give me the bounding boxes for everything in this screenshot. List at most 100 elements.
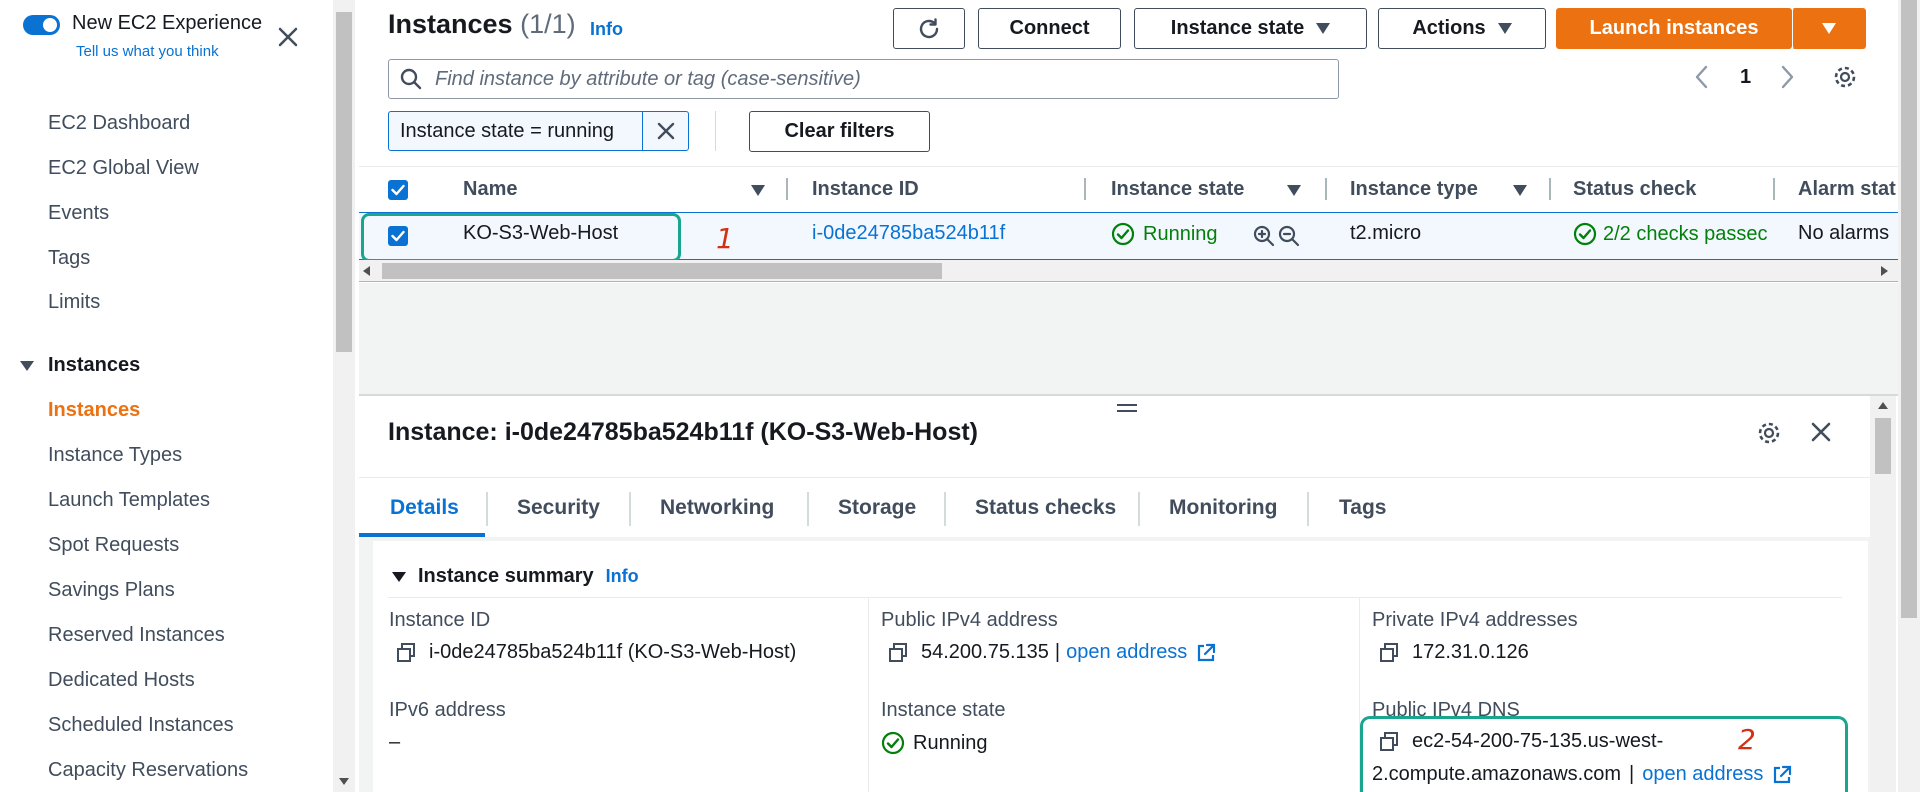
column-divider <box>868 598 869 792</box>
instance-summary-toggle[interactable]: Instance summary Info <box>392 565 639 588</box>
instance-id-text: i-0de24785ba524b11f (KO-S3-Web-Host) <box>429 641 797 663</box>
nav-ec2-global-view[interactable]: EC2 Global View <box>48 157 199 180</box>
page-scrollbar[interactable] <box>1898 0 1920 792</box>
column-divider[interactable] <box>1549 178 1551 200</box>
nav-reserved-instances[interactable]: Reserved Instances <box>48 624 225 647</box>
column-divider[interactable] <box>786 178 788 200</box>
nav-section-instances[interactable]: Instances <box>20 354 140 377</box>
search-placeholder: Find instance by attribute or tag (case-… <box>435 67 861 90</box>
launch-options-dropdown[interactable] <box>1792 8 1866 49</box>
summary-info-link[interactable]: Info <box>606 566 639 587</box>
launch-instances-button[interactable]: Launch instances <box>1556 8 1792 49</box>
select-all-checkbox[interactable] <box>388 180 408 200</box>
caret-down-icon <box>20 360 34 371</box>
private-ipv4-value: 172.31.0.126 <box>1378 641 1529 664</box>
page-title-text: Instances <box>388 9 513 39</box>
zoom-in-icon[interactable] <box>1253 225 1275 247</box>
filter-token-label: Instance state = running <box>400 119 615 142</box>
tab-divider <box>629 492 631 526</box>
nav-launch-templates[interactable]: Launch Templates <box>48 489 210 512</box>
detail-scrollbar[interactable] <box>1870 396 1896 792</box>
instance-state-label: Instance state <box>1170 17 1305 39</box>
connect-button[interactable]: Connect <box>978 8 1121 49</box>
header-info-link[interactable]: Info <box>590 19 623 40</box>
private-ipv4-text: 172.31.0.126 <box>1412 641 1529 663</box>
table-settings-gear-icon[interactable] <box>1832 64 1858 90</box>
nav-spot-requests[interactable]: Spot Requests <box>48 534 179 557</box>
column-divider[interactable] <box>1084 178 1086 200</box>
detail-settings-gear-icon[interactable] <box>1756 420 1782 446</box>
tab-status-checks[interactable]: Status checks <box>975 496 1116 520</box>
success-check-icon <box>1573 222 1597 246</box>
instance-state-dropdown[interactable]: Instance state <box>1134 8 1367 49</box>
nav-savings-plans[interactable]: Savings Plans <box>48 579 175 602</box>
actions-dropdown[interactable]: Actions <box>1378 8 1546 49</box>
nav-dedicated-hosts[interactable]: Dedicated Hosts <box>48 669 195 692</box>
close-icon[interactable] <box>277 26 299 48</box>
column-divider[interactable] <box>1773 178 1775 200</box>
scroll-left-arrow-icon[interactable] <box>363 266 370 276</box>
sidebar: New EC2 Experience Tell us what you thin… <box>0 0 333 792</box>
page-number[interactable]: 1 <box>1740 66 1751 89</box>
row-instance-id-link[interactable]: i-0de24785ba524b11f <box>812 222 1005 245</box>
tab-details[interactable]: Details <box>390 496 459 520</box>
feedback-link[interactable]: Tell us what you think <box>76 43 219 60</box>
sort-icon[interactable] <box>1513 185 1527 196</box>
nav-capacity-reservations[interactable]: Capacity Reservations <box>48 759 248 782</box>
tab-divider <box>1307 492 1309 526</box>
caret-down-icon <box>1316 23 1331 34</box>
sort-icon[interactable] <box>1287 185 1301 196</box>
remove-filter-icon[interactable] <box>642 112 688 150</box>
nav-instances[interactable]: Instances <box>48 399 140 422</box>
nav-scheduled-instances[interactable]: Scheduled Instances <box>48 714 234 737</box>
next-page-icon[interactable] <box>1778 64 1796 90</box>
row-instance-type: t2.micro <box>1350 222 1422 244</box>
ipv6-label: IPv6 address <box>389 699 506 721</box>
tab-networking[interactable]: Networking <box>660 496 774 520</box>
scroll-down-arrow-icon[interactable] <box>339 778 349 785</box>
sidebar-scrollbar[interactable] <box>333 0 355 792</box>
instance-state-value: Running <box>881 731 988 755</box>
public-ipv4-text: 54.200.75.135 <box>921 641 1049 663</box>
refresh-button[interactable] <box>893 8 965 49</box>
caret-down-icon <box>1822 23 1836 34</box>
sort-icon[interactable] <box>751 185 765 196</box>
tab-monitoring[interactable]: Monitoring <box>1169 496 1277 520</box>
row-state-label: Running <box>1143 222 1218 245</box>
search-input[interactable]: Find instance by attribute or tag (case-… <box>388 59 1339 99</box>
column-header-name[interactable]: Name <box>463 178 517 201</box>
nav-tags[interactable]: Tags <box>48 247 90 270</box>
success-check-icon <box>1111 222 1135 246</box>
table-horizontal-scrollbar[interactable] <box>359 260 1898 282</box>
column-header-status-check[interactable]: Status check <box>1573 178 1696 201</box>
annotation-number-2: 2 <box>1738 723 1756 756</box>
launch-label: Launch instances <box>1589 17 1759 39</box>
nav-limits[interactable]: Limits <box>48 291 100 314</box>
detail-close-icon[interactable] <box>1810 421 1832 443</box>
column-header-alarm-status[interactable]: Alarm stat <box>1798 178 1898 201</box>
column-header-instance-type[interactable]: Instance type <box>1350 178 1478 201</box>
scroll-right-arrow-icon[interactable] <box>1881 266 1888 276</box>
new-experience-toggle[interactable] <box>23 15 60 35</box>
column-header-instance-id[interactable]: Instance ID <box>812 178 919 201</box>
summary-title: Instance summary <box>418 565 594 587</box>
tab-tags[interactable]: Tags <box>1339 496 1386 520</box>
drag-handle-icon[interactable] <box>1117 404 1137 412</box>
nav-ec2-dashboard[interactable]: EC2 Dashboard <box>48 112 190 135</box>
nav-instance-types[interactable]: Instance Types <box>48 444 182 467</box>
nav-events[interactable]: Events <box>48 202 109 225</box>
connect-label: Connect <box>1009 17 1090 39</box>
tab-storage[interactable]: Storage <box>838 496 916 520</box>
instance-state-label: Instance state <box>881 699 1006 721</box>
open-address-link[interactable]: open address <box>1066 641 1187 664</box>
clear-filters-button[interactable]: Clear filters <box>749 111 930 152</box>
column-header-instance-state[interactable]: Instance state <box>1111 178 1244 201</box>
zoom-out-icon[interactable] <box>1278 225 1300 247</box>
filter-token[interactable]: Instance state = running <box>388 111 689 151</box>
scroll-up-arrow-icon[interactable] <box>1878 402 1888 409</box>
column-divider[interactable] <box>1325 178 1327 200</box>
tab-security[interactable]: Security <box>517 496 600 520</box>
prev-page-icon[interactable] <box>1693 64 1711 90</box>
annotation-box-1 <box>361 213 681 262</box>
row-status-check-label: 2/2 checks passec <box>1603 222 1768 245</box>
